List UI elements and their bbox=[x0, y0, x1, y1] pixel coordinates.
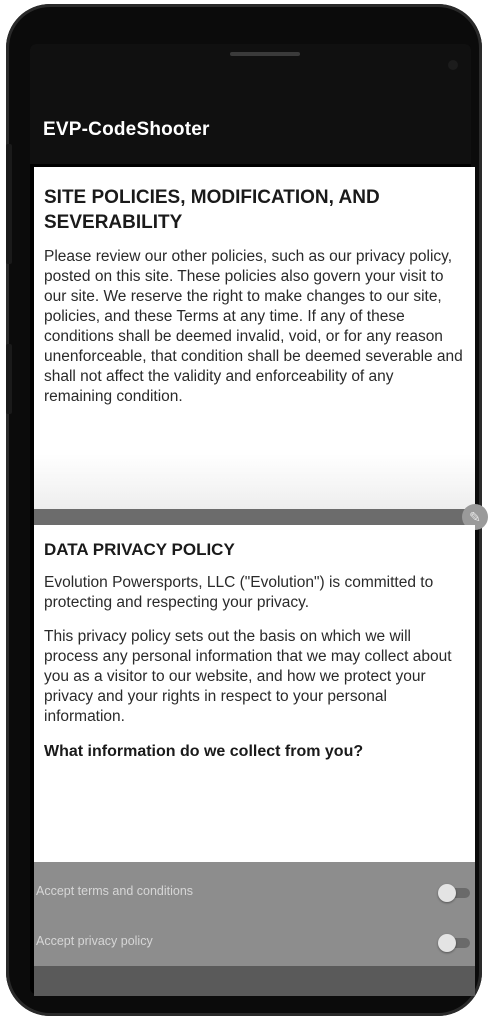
accept-privacy-label: Accept privacy policy bbox=[36, 934, 153, 948]
app-toolbar: EVP-CodeShooter bbox=[30, 44, 471, 164]
privacy-para-2: This privacy policy sets out the basis o… bbox=[44, 628, 452, 725]
accept-privacy-toggle[interactable] bbox=[438, 934, 470, 952]
front-camera bbox=[448, 60, 458, 70]
consent-settings: Accept terms and conditions Accept priva… bbox=[34, 862, 475, 966]
policies-panel[interactable]: SITE POLICIES, MODIFICATION, AND SEVERAB… bbox=[34, 167, 475, 545]
speaker-grille bbox=[230, 52, 300, 56]
phone-frame: EVP-CodeShooter SITE POLICIES, MODIFICAT… bbox=[6, 4, 488, 1016]
accept-terms-label: Accept terms and conditions bbox=[36, 884, 194, 898]
navigation-bar bbox=[34, 966, 475, 996]
panel-divider[interactable] bbox=[34, 509, 475, 525]
privacy-question: What information do we collect from you? bbox=[44, 743, 364, 760]
bixby-button bbox=[6, 344, 12, 414]
privacy-para-1: Evolution Powersports, LLC ("Evolution")… bbox=[44, 574, 434, 611]
policies-heading: SITE POLICIES, MODIFICATION, AND SEVERAB… bbox=[44, 187, 380, 233]
privacy-panel[interactable]: DATA PRIVACY POLICY Evolution Powersport… bbox=[34, 525, 475, 865]
policies-body: Please review our other policies, such a… bbox=[44, 248, 463, 405]
toggle-thumb bbox=[438, 934, 456, 952]
accept-terms-toggle[interactable] bbox=[438, 884, 470, 902]
app-title: EVP-CodeShooter bbox=[43, 119, 210, 140]
accept-terms-row[interactable]: Accept terms and conditions bbox=[34, 870, 475, 914]
toggle-thumb bbox=[438, 884, 456, 902]
privacy-heading: DATA PRIVACY POLICY bbox=[44, 540, 235, 559]
accept-privacy-row[interactable]: Accept privacy policy bbox=[34, 920, 475, 964]
volume-button bbox=[6, 144, 12, 264]
